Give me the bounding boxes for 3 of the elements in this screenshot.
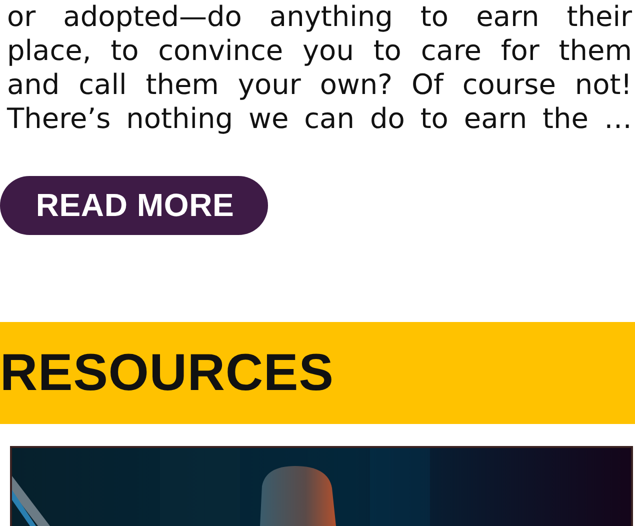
read-more-button[interactable]: READ MORE (0, 176, 268, 236)
article-excerpt: or adopted—do anything to earn their place, to convince you to care for them and call them your own? Of course not! There’s nothing we can do to earn the … (7, 0, 632, 136)
section-heading: RESOURCES (0, 343, 334, 404)
